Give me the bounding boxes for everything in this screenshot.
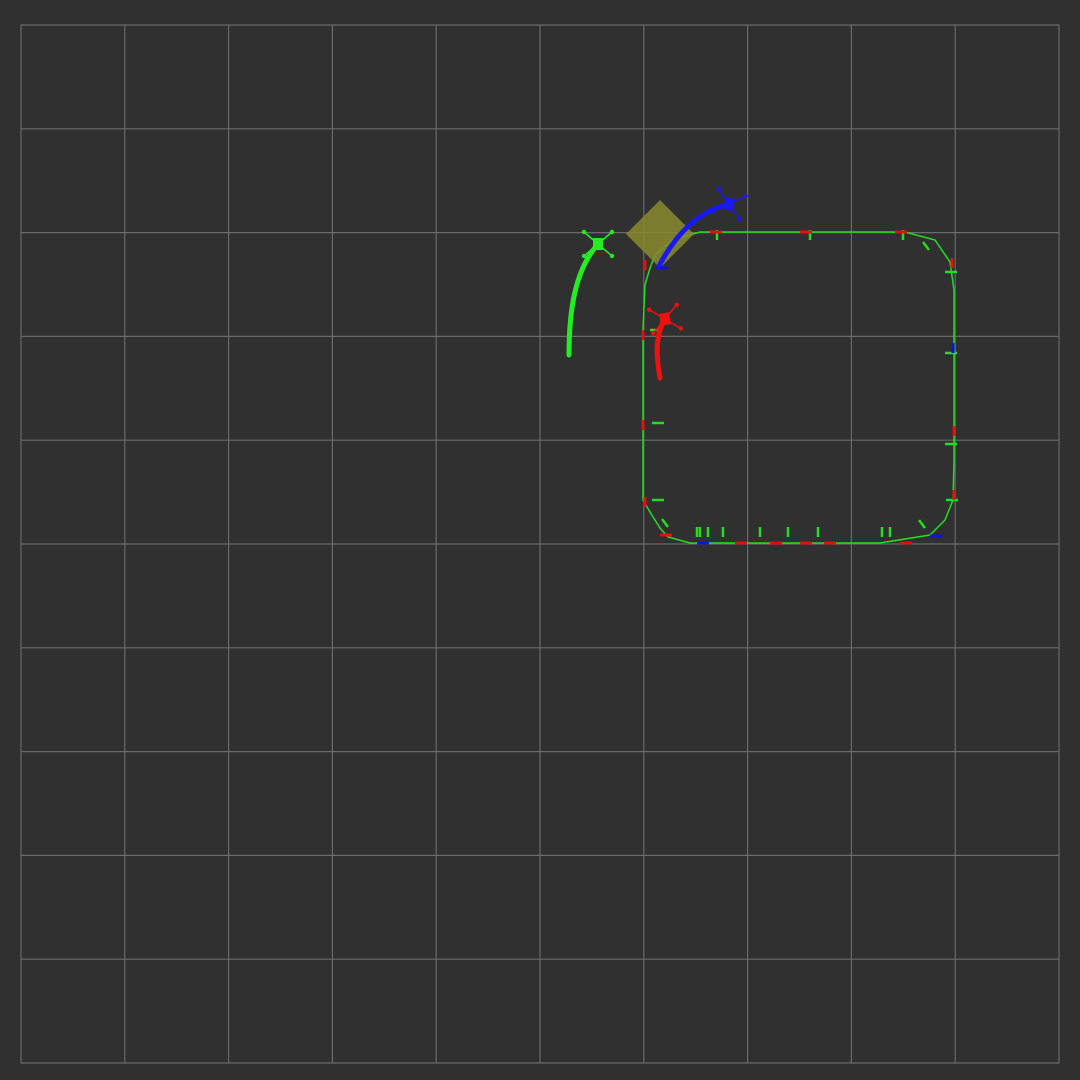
drone-rotor (581, 229, 587, 235)
rviz-3d-viewport[interactable] (0, 0, 1080, 1080)
scene-canvas[interactable] (0, 0, 1080, 1080)
drone-rotor (581, 253, 587, 259)
path-track-line (642, 231, 955, 544)
vehicle-green-trajectory (566, 241, 601, 358)
planned-path (641, 230, 958, 545)
drone-rotor (609, 253, 615, 259)
path-waypoint-markers (641, 230, 958, 545)
vehicle-red-trajectory (654, 317, 667, 381)
drone-icon (581, 229, 615, 259)
path-waypoint-marker (918, 519, 926, 529)
path-waypoint-marker (661, 518, 669, 528)
path-waypoint-marker (922, 241, 930, 251)
vehicle-red (646, 302, 684, 381)
drone-rotor (609, 229, 615, 235)
drone-icon (710, 186, 748, 222)
